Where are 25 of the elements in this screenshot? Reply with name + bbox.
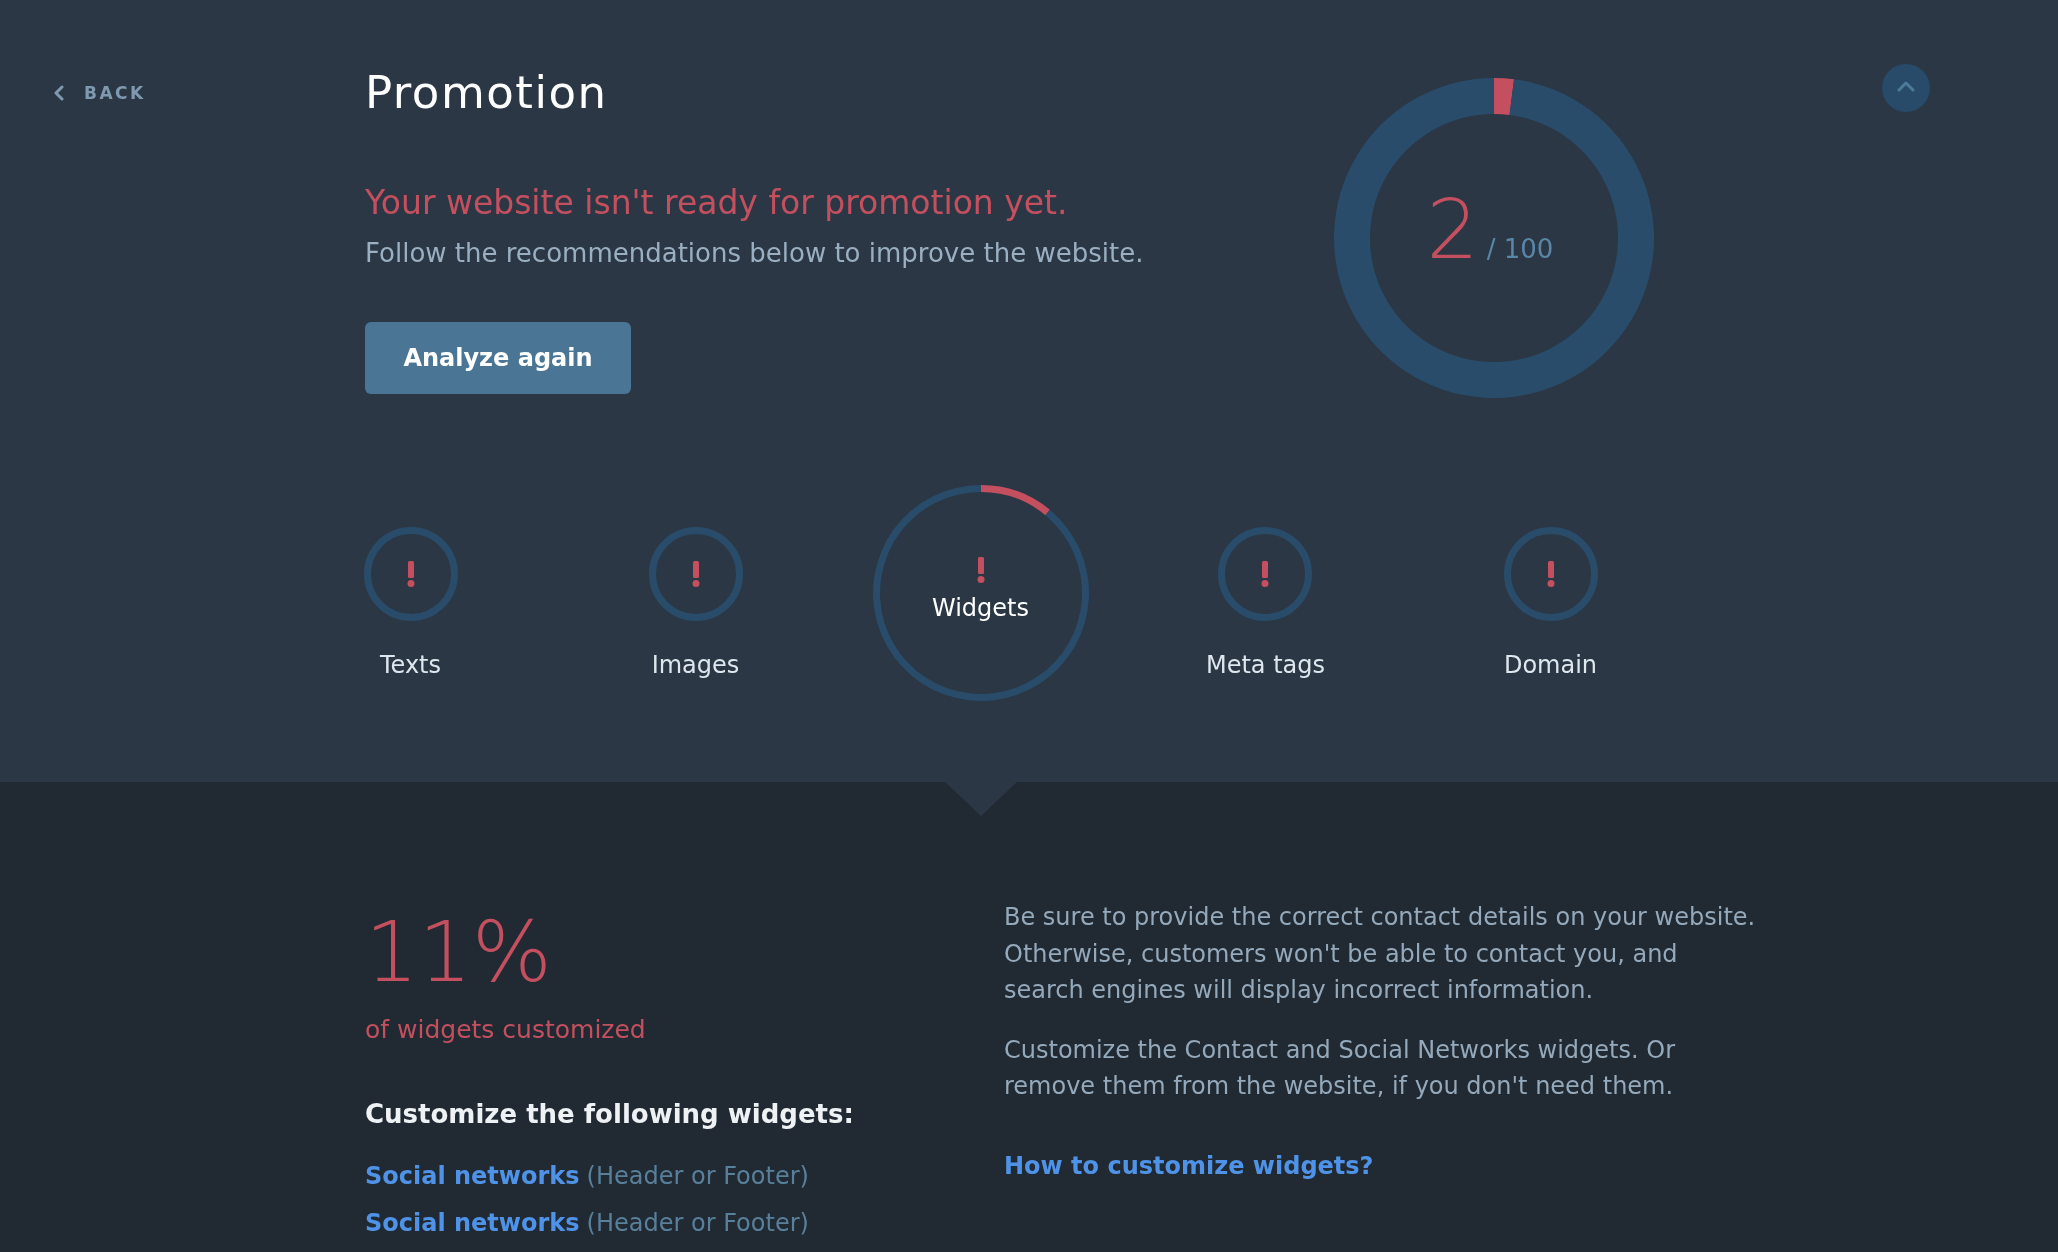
- chevron-up-icon: [1897, 81, 1915, 92]
- percent-value: 11%: [365, 907, 552, 997]
- category-tab[interactable]: Widgets: [872, 485, 1089, 701]
- status-text: Follow the recommendations below to improve the website.: [365, 237, 1144, 269]
- category-tab[interactable]: Domain: [1503, 485, 1598, 701]
- back-link[interactable]: BACK: [54, 80, 146, 106]
- chevron-left-icon: [54, 85, 64, 101]
- analyze-again-button[interactable]: Analyze again: [365, 322, 631, 394]
- page-title: Promotion: [365, 65, 608, 121]
- category-tab[interactable]: Images: [648, 485, 743, 701]
- widget-location: (Header or Footer): [586, 1208, 809, 1239]
- scroll-up-button[interactable]: [1882, 64, 1930, 112]
- status-heading: Your website isn't ready for promotion yet.: [365, 183, 1068, 223]
- category-tab[interactable]: Texts: [363, 485, 458, 701]
- category-tab[interactable]: Meta tags: [1205, 485, 1326, 701]
- percent-caption: of widgets customized: [365, 1014, 646, 1046]
- score-max: / 100: [1486, 234, 1554, 264]
- advice-paragraph: Be sure to provide the correct contact details on your website. Otherwise, customers won't be able to contact you, and search engines will display incorrect information.: [1004, 902, 1757, 1006]
- widget-location: (Header or Footer): [586, 1161, 809, 1192]
- advice-paragraph: Customize the Contact and Social Networks widgets. Or remove them from the website, if you don't need them.: [1004, 1034, 1676, 1102]
- help-link[interactable]: How to customize widgets?: [1004, 1147, 1374, 1184]
- widget-link[interactable]: Social networks: [365, 1203, 580, 1243]
- widget-link[interactable]: Social networks: [365, 1156, 580, 1196]
- list-title: Customize the following widgets:: [365, 1098, 854, 1131]
- score-value: 2: [1426, 188, 1479, 272]
